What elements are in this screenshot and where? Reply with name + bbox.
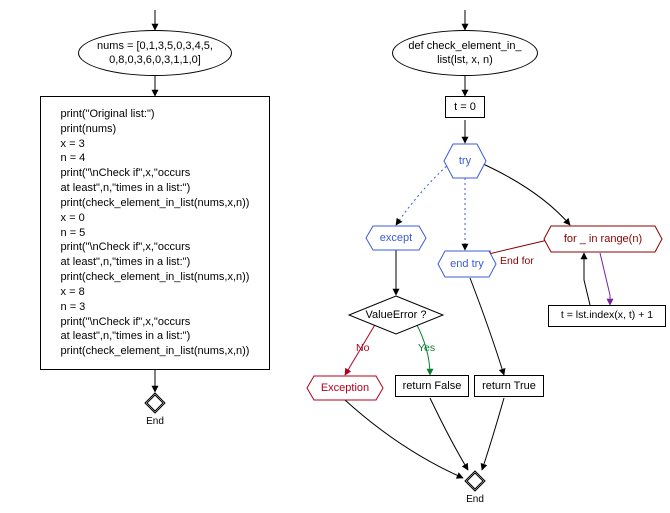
- endfor-label: End for: [500, 255, 534, 267]
- no-label: No: [356, 342, 369, 354]
- start-node-nums: nums = [0,1,3,5,0,3,4,5, 0,8,0,3,6,0,3,1…: [78, 30, 232, 76]
- yes-label: Yes: [418, 342, 435, 354]
- valueerror-node: [348, 295, 444, 335]
- end-node-right: [464, 470, 486, 492]
- code-block: print("Original list:") print(nums) x = …: [40, 96, 270, 370]
- except-node: [365, 225, 427, 251]
- end-node-left: [144, 392, 166, 414]
- try-node: [443, 143, 487, 179]
- endtry-node: [437, 250, 497, 278]
- loop-body-node: t = lst.index(x, t) + 1: [548, 305, 666, 327]
- for-node: [543, 225, 663, 253]
- init-node: t = 0: [445, 96, 485, 118]
- return-false-node: return False: [395, 375, 469, 397]
- def-node: def check_element_in_ list(lst, x, n): [392, 30, 538, 76]
- exception-node: [306, 375, 384, 401]
- return-true-node: return True: [474, 375, 544, 397]
